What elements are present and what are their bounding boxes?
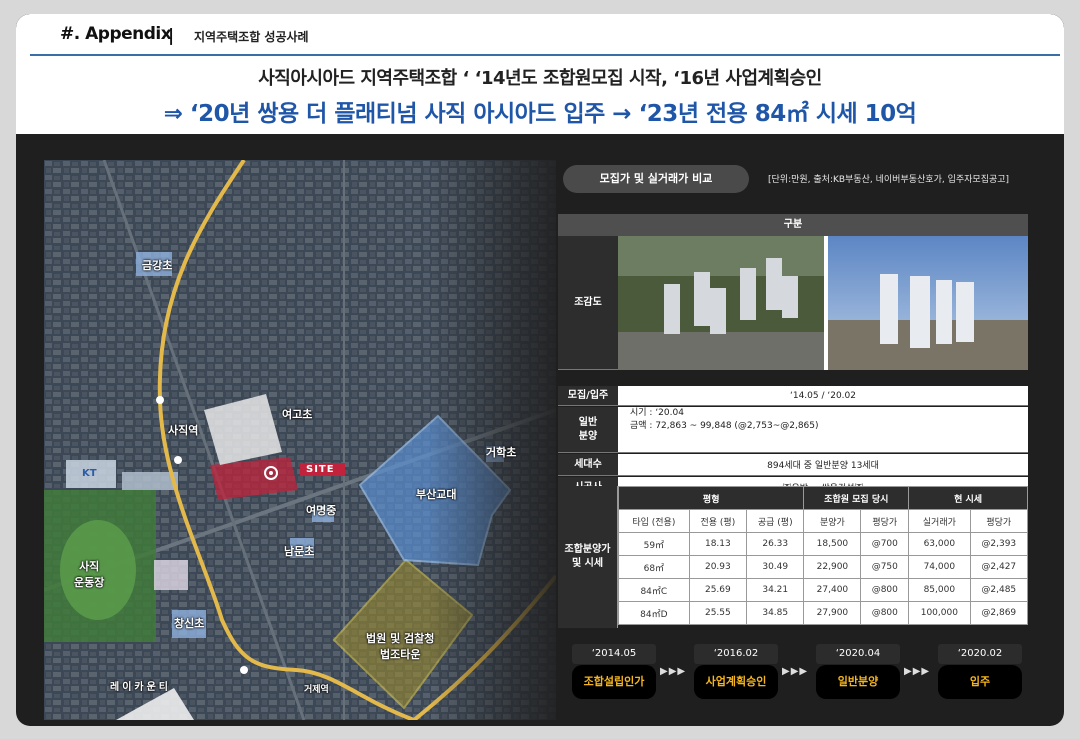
source-note: [단위:만원, 출처:KB부동산, 네이버부동산호가, 입주자모집공고]: [768, 175, 1010, 185]
label-kt: KT: [82, 468, 97, 479]
column-header: 실거래가: [908, 509, 971, 533]
table-cell: @2,869: [969, 601, 1029, 625]
table-cell: 26.33: [746, 532, 805, 556]
headline-summary: 사직아시아드 지역주택조합 ‘ ‘14년도 조합원모집 시작, ‘16년 사업계…: [258, 68, 822, 89]
label-racecourse: 레이카운티: [110, 682, 171, 693]
compare-label: 모집가 및 실거래가 비교: [563, 165, 749, 193]
general-sale-price: 금액 : 72,863 ~ 99,848 (@2,753~@2,865): [630, 421, 819, 431]
table-cell: 34.85: [746, 601, 805, 625]
timeline-date: ‘2016.02: [694, 644, 778, 664]
recruit-label: 모집/입주: [558, 386, 618, 405]
column-header: 평당가: [860, 509, 910, 533]
group-header: 조합원 모집 당시: [803, 486, 910, 510]
header-rule: [30, 54, 1060, 56]
table-cell: @2,393: [969, 532, 1029, 556]
table-cell: 27,400: [803, 578, 862, 602]
general-sale-row: 일반 분양 시기 : ‘20.04 금액 : 72,863 ~ 99,848 (…: [558, 407, 1028, 453]
label-yeogo: 여고초: [282, 408, 313, 421]
table-cell: 63,000: [908, 532, 971, 556]
table-cell: @800: [860, 578, 910, 602]
header: #. Appendix | 지역주택조합 성공사례 사직아시아드 지역주택조합 …: [16, 14, 1064, 134]
column-header: 공급 (평): [746, 509, 805, 533]
aerial-label: 조감도: [558, 236, 618, 369]
headline-result: ⇒ ‘20년 쌍용 더 플래티넘 사직 아시아드 입주 → ‘23년 전용 84…: [163, 101, 917, 127]
recruit-row: 모집/입주 ‘14.05 / ‘20.02: [558, 386, 1028, 406]
group-header: 평형: [617, 486, 805, 510]
group-header: 현 시세: [908, 486, 1028, 510]
timeline-date: ‘2020.02: [938, 644, 1022, 664]
timeline-date: ‘2014.05: [572, 644, 656, 664]
site-tag: SITE: [300, 463, 345, 476]
timeline-arrow: ▶▶▶: [904, 666, 931, 677]
timeline-step: 사업계획승인: [694, 665, 778, 699]
table-row: 84㎡C 25.69 34.21 27,400 @800 85,000 @2,4…: [618, 578, 1029, 602]
label-changsin: 창신초: [174, 617, 205, 630]
price-table-label: 조합분양가 및 시세: [558, 486, 618, 628]
table-cell: 18,500: [803, 532, 862, 556]
aerial-map: 금강초 사직역 여고초 SITE 부산교대 거학초 여명중 남문초 사직 운동장…: [44, 160, 556, 720]
label-sajik-station: 사직역: [168, 424, 199, 437]
table-cell: 25.69: [688, 578, 748, 602]
aerial-images: [618, 236, 1028, 370]
table-row: 84㎡D 25.55 34.85 27,900 @800 100,000 @2,…: [618, 601, 1029, 625]
general-sale-label: 일반 분양: [558, 407, 618, 452]
table-cell: 22,900: [803, 555, 862, 579]
table-cell: 18.13: [688, 532, 748, 556]
column-header: 전용 (평): [688, 509, 748, 533]
timeline-date: ‘2020.04: [816, 644, 900, 664]
price-table: 평형 조합원 모집 당시 현 시세 타입 (전용) 전용 (평) 공급 (평) …: [617, 486, 1029, 625]
column-header: 평당가: [969, 509, 1029, 533]
households-value: 894세대 중 일반분양 13세대: [618, 454, 1028, 475]
section-title: #. Appendix: [60, 24, 172, 44]
table-cell: @750: [860, 555, 910, 579]
table-cell: 74,000: [908, 555, 971, 579]
recruit-value: ‘14.05 / ‘20.02: [618, 386, 1028, 405]
table-cell: 20.93: [688, 555, 748, 579]
label-geojeong: 거제역: [304, 685, 329, 695]
aerial-render-image: [618, 236, 1028, 370]
table-cell: 34.21: [746, 578, 805, 602]
table-cell: 100,000: [908, 601, 971, 625]
table-cell: 84㎡D: [618, 601, 690, 625]
timeline-arrow: ▶▶▶: [782, 666, 809, 677]
table-cell: 30.49: [746, 555, 805, 579]
column-header: 타입 (전용): [618, 509, 690, 533]
map-drawing: [44, 160, 556, 720]
section-separator: |: [168, 26, 175, 46]
timeline-arrow: ▶▶▶: [660, 666, 687, 677]
table-cell: 68㎡: [618, 555, 690, 579]
table-row: 59㎡ 18.13 26.33 18,500 @700 63,000 @2,39…: [618, 532, 1029, 556]
timeline-step: 일반분양: [816, 665, 900, 699]
table-cell: @2,427: [969, 555, 1029, 579]
table-cell: 27,900: [803, 601, 862, 625]
column-header: 분양가: [803, 509, 862, 533]
general-sale-period: 시기 : ‘20.04: [630, 408, 684, 418]
table-cell: @2,485: [969, 578, 1029, 602]
label-namun: 남문초: [284, 545, 315, 558]
table-row: 68㎡ 20.93 30.49 22,900 @750 74,000 @2,42…: [618, 555, 1029, 579]
timeline-step: 입주: [938, 665, 1022, 699]
table-cell: 25.55: [688, 601, 748, 625]
label-geumgang: 금강초: [142, 259, 173, 272]
label-geohak: 거학초: [486, 446, 517, 459]
households-row: 세대수 894세대 중 일반분양 13세대: [558, 454, 1028, 476]
section-subtitle: 지역주택조합 성공사례: [194, 30, 309, 44]
table-cell: @700: [860, 532, 910, 556]
table-cell: 59㎡: [618, 532, 690, 556]
label-court: 법원 및 검찰청 법조타운: [366, 632, 435, 661]
slide: #. Appendix | 지역주택조합 성공사례 사직아시아드 지역주택조합 …: [16, 14, 1064, 726]
label-sajik-stadium: 사직 운동장: [74, 560, 105, 589]
label-yeomyeong: 여명중: [306, 504, 337, 517]
table-cell: 85,000: [908, 578, 971, 602]
label-busan-edu: 부산교대: [416, 488, 457, 501]
table-header: 구분: [558, 214, 1028, 236]
table-cell: @800: [860, 601, 910, 625]
timeline-step: 조합설립인가: [572, 665, 656, 699]
table-cell: 84㎡C: [618, 578, 690, 602]
households-label: 세대수: [558, 454, 618, 475]
